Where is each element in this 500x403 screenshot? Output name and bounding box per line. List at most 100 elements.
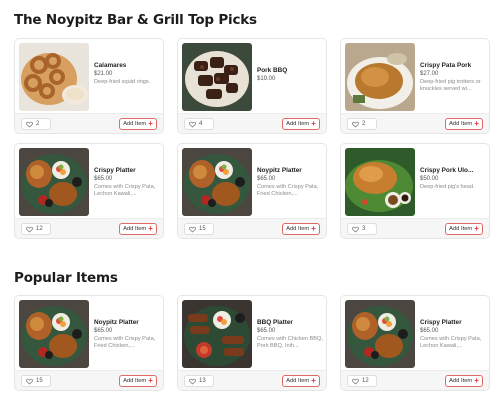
item-description: Comes with Crispy Pata, Lechon Kawali,..… — [420, 336, 482, 350]
add-item-button[interactable]: Add Item + — [445, 375, 483, 387]
item-price: $19.00 — [257, 76, 276, 82]
platter-photo — [19, 148, 89, 216]
menu-item-card-crispy-platter[interactable]: Crispy Platter $65.00 Comes with Crispy … — [14, 143, 164, 239]
item-name: BBQ Platter — [257, 319, 293, 326]
plus-icon: + — [311, 376, 316, 385]
card-footer: 13 Add Item + — [178, 370, 326, 390]
plus-icon: + — [474, 376, 479, 385]
card-footer: 12 Add Item + — [15, 218, 163, 238]
item-description: Comes with Crispy Pata, Fried Chicken,..… — [94, 336, 156, 350]
item-description: Comes with Crispy Pata, Fried Chicken,..… — [257, 184, 319, 198]
item-description: Comes with Crispy Pata, Lechon Kawali,..… — [94, 184, 156, 198]
like-button[interactable]: 12 — [347, 375, 377, 387]
card-footer: 15 Add Item + — [178, 218, 326, 238]
menu-item-card-crispy-platter[interactable]: Crispy Platter $65.00 Comes with Crispy … — [340, 295, 490, 391]
add-item-label: Add Item — [449, 226, 473, 232]
menu-item-card-pork-bbq[interactable]: Pork BBQ $19.00 4 Add Item + — [177, 38, 327, 134]
pork-ulo-photo — [345, 148, 415, 216]
heart-icon — [352, 121, 359, 128]
add-item-button[interactable]: Add Item + — [282, 118, 320, 130]
heart-icon — [189, 378, 196, 385]
heart-icon — [189, 226, 196, 233]
item-name: Crispy Platter — [420, 319, 462, 326]
like-button[interactable]: 15 — [21, 375, 51, 387]
menu-item-card-noypitz-platter[interactable]: Noypitz Platter $65.00 Comes with Crispy… — [14, 295, 164, 391]
like-count: 12 — [36, 226, 43, 232]
heart-icon — [26, 121, 33, 128]
like-button[interactable]: 13 — [184, 375, 214, 387]
item-name: Crispy Pata Pork — [420, 62, 472, 69]
add-item-button[interactable]: Add Item + — [119, 118, 157, 130]
add-item-button[interactable]: Add Item + — [119, 223, 157, 235]
item-name: Crispy Platter — [94, 167, 136, 174]
like-button[interactable]: 2 — [347, 118, 377, 130]
like-button[interactable]: 12 — [21, 223, 51, 235]
add-item-label: Add Item — [123, 226, 147, 232]
popular-items-title: Popular Items — [14, 270, 118, 286]
heart-icon — [26, 226, 33, 233]
like-button[interactable]: 15 — [184, 223, 214, 235]
card-footer: 12 Add Item + — [341, 370, 489, 390]
like-count: 13 — [199, 378, 206, 384]
item-price: $27.00 — [420, 71, 439, 77]
like-count: 2 — [362, 121, 366, 127]
like-count: 15 — [36, 378, 43, 384]
pork-bbq-photo — [182, 43, 252, 111]
item-name: Noypitz Platter — [257, 167, 302, 174]
plus-icon: + — [148, 224, 153, 233]
like-button[interactable]: 2 — [21, 118, 51, 130]
menu-item-card-calamares[interactable]: Calamares $21.00 Deep-fried squid rings.… — [14, 38, 164, 134]
item-price: $21.00 — [94, 71, 113, 77]
add-item-button[interactable]: Add Item + — [445, 223, 483, 235]
card-footer: 3 Add Item + — [341, 218, 489, 238]
add-item-label: Add Item — [123, 378, 147, 384]
add-item-button[interactable]: Add Item + — [119, 375, 157, 387]
item-price: $65.00 — [94, 328, 113, 334]
add-item-label: Add Item — [286, 378, 310, 384]
plus-icon: + — [474, 119, 479, 128]
add-item-label: Add Item — [449, 378, 473, 384]
plus-icon: + — [311, 224, 316, 233]
menu-item-card-crispy-pork-ulo[interactable]: Crispy Pork Ulo... $50.00 Deep-fried pig… — [340, 143, 490, 239]
heart-icon — [352, 378, 359, 385]
menu-item-card-bbq-platter[interactable]: BBQ Platter $65.00 Comes with Chicken BB… — [177, 295, 327, 391]
platter-photo — [182, 148, 252, 216]
add-item-button[interactable]: Add Item + — [282, 223, 320, 235]
bbq-platter-photo — [182, 300, 252, 368]
add-item-label: Add Item — [123, 121, 147, 127]
card-footer: 2 Add Item + — [15, 113, 163, 133]
add-item-label: Add Item — [449, 121, 473, 127]
like-count: 15 — [199, 226, 206, 232]
platter-photo — [19, 300, 89, 368]
add-item-label: Add Item — [286, 226, 310, 232]
item-name: Crispy Pork Ulo... — [420, 167, 474, 174]
add-item-button[interactable]: Add Item + — [445, 118, 483, 130]
add-item-label: Add Item — [286, 121, 310, 127]
top-picks-title: The Noypitz Bar & Grill Top Picks — [14, 12, 257, 28]
heart-icon — [352, 226, 359, 233]
item-description: Deep-fried pig's head. — [420, 184, 475, 190]
add-item-button[interactable]: Add Item + — [282, 375, 320, 387]
like-button[interactable]: 4 — [184, 118, 214, 130]
card-footer: 4 Add Item + — [178, 113, 326, 133]
like-button[interactable]: 3 — [347, 223, 377, 235]
heart-icon — [26, 378, 33, 385]
like-count: 3 — [362, 226, 366, 232]
item-description: Deep-fried pig trotters or knuckles serv… — [420, 79, 481, 93]
plus-icon: + — [474, 224, 479, 233]
menu-item-card-noypitz-platter[interactable]: Noypitz Platter $65.00 Comes with Crispy… — [177, 143, 327, 239]
card-footer: 15 Add Item + — [15, 370, 163, 390]
item-price: $65.00 — [94, 176, 113, 182]
platter-photo — [345, 300, 415, 368]
like-count: 4 — [199, 121, 203, 127]
like-count: 2 — [36, 121, 40, 127]
menu-item-card-crispy-pata-pork[interactable]: Crispy Pata Pork $27.00 Deep-fried pig t… — [340, 38, 490, 134]
item-price: $65.00 — [420, 328, 439, 334]
heart-icon — [189, 121, 196, 128]
calamares-photo — [19, 43, 89, 111]
like-count: 12 — [362, 378, 369, 384]
item-name: Calamares — [94, 62, 127, 69]
plus-icon: + — [148, 119, 153, 128]
crispy-pata-photo — [345, 43, 415, 111]
item-price: $50.00 — [420, 176, 439, 182]
